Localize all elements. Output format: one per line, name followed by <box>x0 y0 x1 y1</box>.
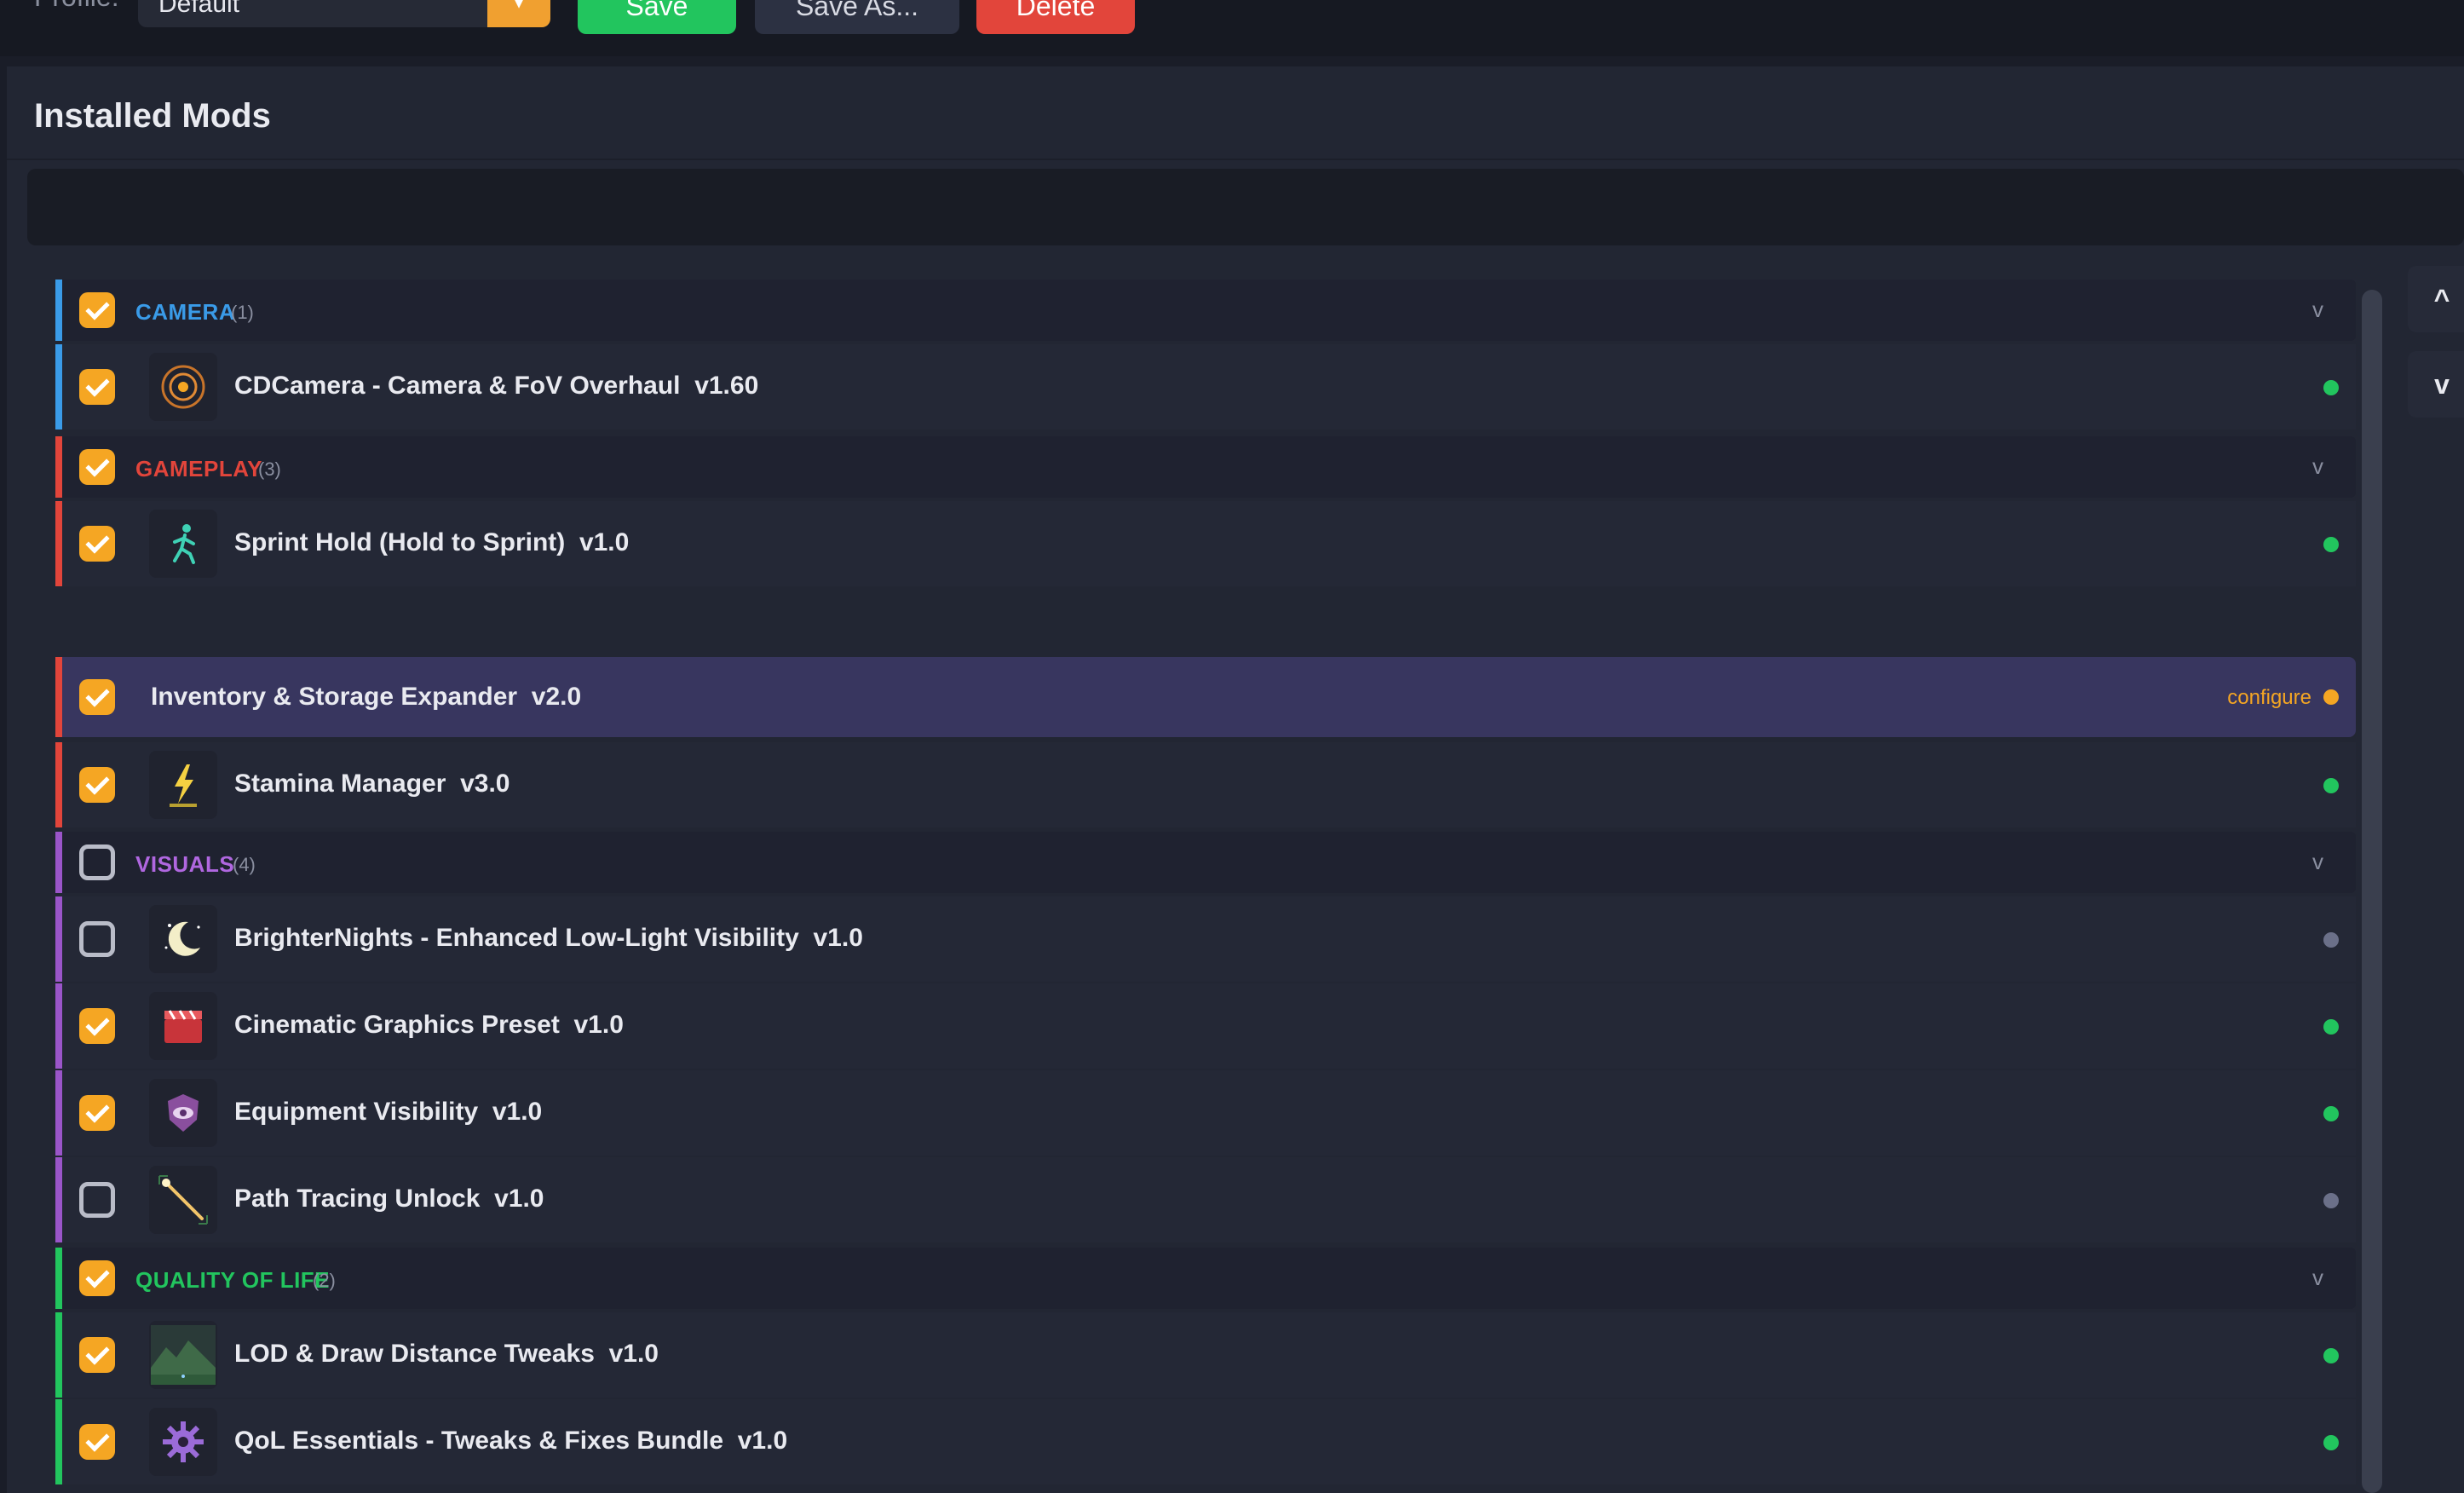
mod-name: Stamina Manager v3.0 <box>234 770 510 798</box>
category-count: (4) <box>233 854 256 875</box>
category-checkbox[interactable] <box>79 1260 115 1296</box>
category-name: QUALITY OF LIFE <box>135 1267 331 1293</box>
category-count: (3) <box>258 458 281 480</box>
mod-checkbox[interactable] <box>79 526 115 562</box>
category-stripe <box>55 1312 62 1398</box>
mod-checkbox[interactable] <box>79 1008 115 1044</box>
category-checkbox[interactable] <box>79 844 115 880</box>
mod-name: Cinematic Graphics Preset v1.0 <box>234 1011 624 1039</box>
light-ray-icon <box>149 1166 217 1234</box>
category-stripe <box>55 280 62 341</box>
running-figure-icon <box>149 510 217 578</box>
mod-name: Inventory & Storage Expander v2.0 <box>151 683 582 711</box>
status-indicator <box>2323 1019 2339 1035</box>
category-stripe <box>55 896 62 982</box>
gear-icon <box>149 1408 217 1476</box>
mod-checkbox[interactable] <box>79 369 115 405</box>
category-stripe <box>55 501 62 586</box>
category-stripe <box>55 832 62 893</box>
chevron-down-icon[interactable]: v <box>2312 1265 2323 1291</box>
category-header-quality-of-life[interactable]: QUALITY OF LIFE (2) v <box>55 1248 2356 1309</box>
chevron-down-icon[interactable]: v <box>2312 453 2323 480</box>
status-indicator <box>2323 1435 2339 1450</box>
mod-name: Sprint Hold (Hold to Sprint) v1.0 <box>234 528 630 556</box>
mod-list: CAMERA (1) v CDCamera - Camera & FoV Ove… <box>7 66 2464 1493</box>
profile-select-value: Default <box>158 0 240 18</box>
scrollbar[interactable] <box>2362 290 2382 1493</box>
category-stripe <box>55 1070 62 1156</box>
chevron-down-icon[interactable]: v <box>2312 849 2323 875</box>
mod-checkbox[interactable] <box>79 1095 115 1131</box>
mod-row[interactable]: QoL Essentials - Tweaks & Fixes Bundle v… <box>55 1399 2356 1484</box>
category-stripe <box>55 742 62 827</box>
mod-name: Equipment Visibility v1.0 <box>234 1098 543 1126</box>
category-checkbox[interactable] <box>79 449 115 485</box>
category-header-camera[interactable]: CAMERA (1) v <box>55 280 2356 341</box>
delete-button[interactable]: Delete <box>976 0 1135 34</box>
status-indicator <box>2323 1106 2339 1121</box>
chevron-down-icon[interactable]: v <box>2312 297 2323 323</box>
save-as-button[interactable]: Save As... <box>755 0 959 34</box>
category-count: (2) <box>313 1270 336 1291</box>
mod-row[interactable]: BrighterNights - Enhanced Low-Light Visi… <box>55 896 2356 982</box>
landscape-icon <box>149 1321 217 1389</box>
category-header-visuals[interactable]: VISUALS (4) v <box>55 832 2356 893</box>
mod-row[interactable]: Equipment Visibility v1.0 <box>55 1070 2356 1156</box>
category-name: CAMERA <box>135 299 236 325</box>
save-button[interactable]: Save <box>578 0 736 34</box>
installed-mods-panel: Installed Mods CAMERA (1) v CDCamera - C… <box>7 66 2464 1493</box>
clapperboard-icon <box>149 992 217 1060</box>
camera-lens-icon <box>149 353 217 421</box>
category-stripe <box>55 1399 62 1484</box>
category-stripe <box>55 436 62 498</box>
category-name: VISUALS <box>135 851 235 877</box>
status-indicator <box>2323 689 2339 705</box>
mod-name: Path Tracing Unlock v1.0 <box>234 1185 544 1213</box>
status-indicator <box>2323 537 2339 552</box>
mod-name: BrighterNights - Enhanced Low-Light Visi… <box>234 924 863 952</box>
scroll-up-button[interactable]: ^ <box>2408 266 2464 332</box>
configure-link[interactable]: configure <box>2227 686 2311 710</box>
mod-checkbox[interactable] <box>79 1337 115 1373</box>
category-header-gameplay[interactable]: GAMEPLAY (3) v <box>55 436 2356 498</box>
mod-checkbox[interactable] <box>79 921 115 957</box>
status-indicator <box>2323 1348 2339 1363</box>
mod-row[interactable]: Path Tracing Unlock v1.0 <box>55 1157 2356 1242</box>
category-name: GAMEPLAY <box>135 456 262 481</box>
category-stripe <box>55 344 62 429</box>
mod-row[interactable]: Stamina Manager v3.0 <box>55 742 2356 827</box>
category-checkbox[interactable] <box>79 292 115 328</box>
status-indicator <box>2323 1193 2339 1208</box>
scroll-down-button[interactable]: v <box>2408 351 2464 418</box>
mod-checkbox[interactable] <box>79 1182 115 1218</box>
mod-checkbox[interactable] <box>79 1424 115 1460</box>
mod-row[interactable]: CDCamera - Camera & FoV Overhaul v1.60 <box>55 344 2356 429</box>
lightning-icon <box>149 751 217 819</box>
mod-checkbox[interactable] <box>79 679 115 715</box>
status-indicator <box>2323 778 2339 793</box>
toolbar: Profile: Default ▾ Save Save As... Delet… <box>0 0 2464 56</box>
status-indicator <box>2323 932 2339 948</box>
category-stripe <box>55 657 62 737</box>
mod-name: LOD & Draw Distance Tweaks v1.0 <box>234 1340 659 1368</box>
category-stripe <box>55 1157 62 1242</box>
category-count: (1) <box>231 302 254 323</box>
profile-select[interactable]: Default ▾ <box>138 0 550 27</box>
category-stripe <box>55 983 62 1069</box>
mod-name: CDCamera - Camera & FoV Overhaul v1.60 <box>234 372 759 400</box>
profile-label: Profile: <box>34 0 119 13</box>
mod-row[interactable]: Cinematic Graphics Preset v1.0 <box>55 983 2356 1069</box>
mod-row-selected[interactable]: Inventory & Storage Expander v2.0 config… <box>55 657 2356 737</box>
mod-checkbox[interactable] <box>79 767 115 803</box>
status-indicator <box>2323 380 2339 395</box>
eye-shield-icon <box>149 1079 217 1147</box>
category-stripe <box>55 1248 62 1309</box>
chevron-down-icon[interactable]: ▾ <box>487 0 550 27</box>
mod-row[interactable]: Sprint Hold (Hold to Sprint) v1.0 <box>55 501 2356 586</box>
moon-icon <box>149 905 217 973</box>
mod-name: QoL Essentials - Tweaks & Fixes Bundle v… <box>234 1427 788 1455</box>
mod-row[interactable]: LOD & Draw Distance Tweaks v1.0 <box>55 1312 2356 1398</box>
